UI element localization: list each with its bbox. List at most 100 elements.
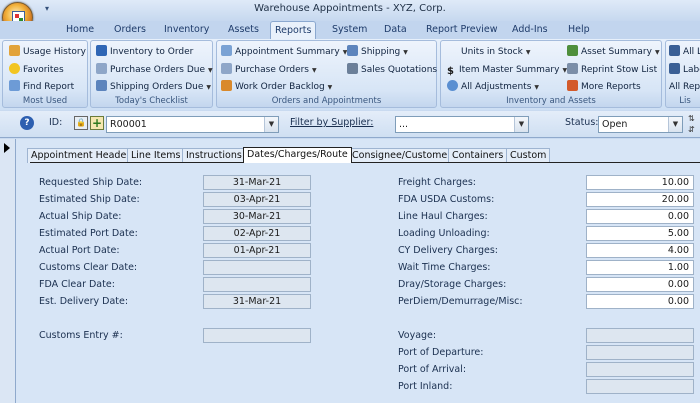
work-order-backlog-button[interactable]: Work Order Backlog ▼ <box>221 79 332 95</box>
voyage-field[interactable] <box>586 328 694 343</box>
chevron-down-icon: ▼ <box>327 84 333 91</box>
tab-dates-charges-route[interactable]: Dates/Charges/Route <box>243 147 352 163</box>
tab-custom[interactable]: Custom <box>506 148 551 163</box>
reprint-stow-list-button[interactable]: Reprint Stow List <box>567 62 657 78</box>
est-delivery-date-field[interactable]: 31-Mar-21 <box>203 294 311 309</box>
print-icon <box>567 63 578 74</box>
customs-entry-field[interactable] <box>203 328 311 343</box>
label-icon <box>669 63 680 74</box>
asset-summary-button[interactable]: Asset Summary ▼ <box>567 44 660 60</box>
tab-containers[interactable]: Containers <box>448 148 508 163</box>
group-label: Orders and Appointments <box>271 96 382 106</box>
more-reports-button[interactable]: More Reports <box>567 79 641 95</box>
purchase-orders-due-button[interactable]: Purchase Orders Due ▼ <box>96 62 213 78</box>
tab-orders[interactable]: Orders <box>110 21 150 39</box>
all-reports-button[interactable]: All Repo <box>669 79 700 95</box>
chevron-down-icon[interactable]: ▼ <box>668 117 682 132</box>
purchase-orders-icon <box>221 63 232 74</box>
sales-quotations-button[interactable]: Sales Quotations <box>347 62 437 78</box>
line-haul-charges-field[interactable]: 0.00 <box>586 209 694 224</box>
supplier-combo[interactable]: ... ▼ <box>395 116 529 133</box>
tab-appointment-header[interactable]: Appointment Header <box>27 148 135 163</box>
all-lists-button[interactable]: All L <box>669 44 700 60</box>
chevron-down-icon: ▼ <box>525 49 531 56</box>
record-toolbar: ? ID: 🔒 + R00001 ▼ Filter by Supplier: ..… <box>0 111 700 138</box>
dollar-icon: $ <box>447 66 454 77</box>
nav-up-icon[interactable]: ⇅ <box>688 114 700 124</box>
line-haul-charges-label: Line Haul Charges: <box>398 211 488 222</box>
loading-unloading-field[interactable]: 5.00 <box>586 226 694 241</box>
actual-port-date-field[interactable]: 01-Apr-21 <box>203 243 311 258</box>
find-report-button[interactable]: Find Report <box>9 79 74 95</box>
freight-charges-field[interactable]: 10.00 <box>586 175 694 190</box>
work-order-icon <box>221 80 232 91</box>
inventory-to-order-button[interactable]: Inventory to Order <box>96 44 193 60</box>
estimated-ship-date-label: Estimated Ship Date: <box>39 194 140 205</box>
wait-time-charges-label: Wait Time Charges: <box>398 262 491 273</box>
ribbon-tab-bar: Home Orders Inventory Assets Reports Sys… <box>0 21 700 40</box>
tab-data[interactable]: Data <box>380 21 411 39</box>
port-of-arrival-field[interactable] <box>586 362 694 377</box>
item-master-summary-button[interactable]: $ Item Master Summary ▼ <box>447 62 567 78</box>
actual-ship-date-label: Actual Ship Date: <box>39 211 122 222</box>
tab-help[interactable]: Help <box>564 21 594 39</box>
tab-reports[interactable]: Reports <box>270 21 317 40</box>
chevron-down-icon[interactable]: ▼ <box>264 117 278 132</box>
shipping-orders-due-button[interactable]: Shipping Orders Due ▼ <box>96 79 211 95</box>
port-of-departure-field[interactable] <box>586 345 694 360</box>
appointment-icon <box>221 45 232 56</box>
star-icon <box>9 63 20 74</box>
tab-add-ins[interactable]: Add-Ins <box>508 21 552 39</box>
id-combo[interactable]: R00001 ▼ <box>106 116 279 133</box>
tab-instructions[interactable]: Instructions <box>182 148 246 163</box>
fda-clear-date-field[interactable] <box>203 277 311 292</box>
tab-report-preview[interactable]: Report Preview <box>422 21 502 39</box>
customs-clear-date-field[interactable] <box>203 260 311 275</box>
shipping-button[interactable]: Shipping ▼ <box>347 44 408 60</box>
estimated-ship-date-field[interactable]: 03-Apr-21 <box>203 192 311 207</box>
cy-delivery-charges-field[interactable]: 4.00 <box>586 243 694 258</box>
actual-ship-date-field[interactable]: 30-Mar-21 <box>203 209 311 224</box>
find-report-icon <box>9 80 20 91</box>
purchase-orders-button[interactable]: Purchase Orders ▼ <box>221 62 317 78</box>
labels-button[interactable]: Labe <box>669 62 700 78</box>
freight-charges-label: Freight Charges: <box>398 177 476 188</box>
port-inland-field[interactable] <box>586 379 694 394</box>
customs-clear-date-label: Customs Clear Date: <box>39 262 138 273</box>
nav-down-icon[interactable]: ⇵ <box>688 125 700 135</box>
history-icon <box>9 45 20 56</box>
quick-access-dropdown-icon[interactable]: ▾ <box>40 4 54 16</box>
tab-line-items[interactable]: Line Items <box>127 148 185 163</box>
chevron-down-icon[interactable]: ▼ <box>514 117 528 132</box>
help-icon[interactable]: ? <box>20 116 34 130</box>
tab-inventory[interactable]: Inventory <box>160 21 213 39</box>
lock-icon[interactable]: 🔒 <box>74 116 88 130</box>
units-in-stock-button[interactable]: Units in Stock ▼ <box>461 44 530 60</box>
requested-ship-date-field[interactable]: 31-Mar-21 <box>203 175 311 190</box>
requested-ship-date-label: Requested Ship Date: <box>39 177 143 188</box>
group-label: Inventory and Assets <box>506 96 596 106</box>
fda-usda-customs-field[interactable]: 20.00 <box>586 192 694 207</box>
favorites-button[interactable]: Favorites <box>9 62 64 78</box>
more-reports-icon <box>567 80 578 91</box>
perdiem-demurrage-misc-label: PerDiem/Demurrage/Misc: <box>398 296 523 307</box>
usage-history-button[interactable]: Usage History <box>9 44 86 60</box>
wait-time-charges-field[interactable]: 1.00 <box>586 260 694 275</box>
tab-consignee-customer[interactable]: Consignee/Customer <box>348 148 456 163</box>
all-adjustments-button[interactable]: All Adjustments ▼ <box>447 79 539 95</box>
estimated-port-date-field[interactable]: 02-Apr-21 <box>203 226 311 241</box>
quotation-icon <box>347 63 358 74</box>
status-combo[interactable]: Open ▼ <box>598 116 683 133</box>
add-record-icon[interactable]: + <box>90 116 104 130</box>
tab-assets[interactable]: Assets <box>224 21 263 39</box>
asset-icon <box>567 45 578 56</box>
group-label: Today's Checklist <box>115 96 188 106</box>
tab-home[interactable]: Home <box>62 21 98 39</box>
perdiem-demurrage-misc-field[interactable]: 0.00 <box>586 294 694 309</box>
chevron-down-icon: ▼ <box>534 84 540 91</box>
record-selector[interactable] <box>0 139 16 403</box>
tab-system[interactable]: System <box>328 21 371 39</box>
dray-storage-charges-field[interactable]: 0.00 <box>586 277 694 292</box>
appointment-summary-button[interactable]: Appointment Summary ▼ <box>221 44 347 60</box>
chevron-down-icon: ▼ <box>206 84 212 91</box>
